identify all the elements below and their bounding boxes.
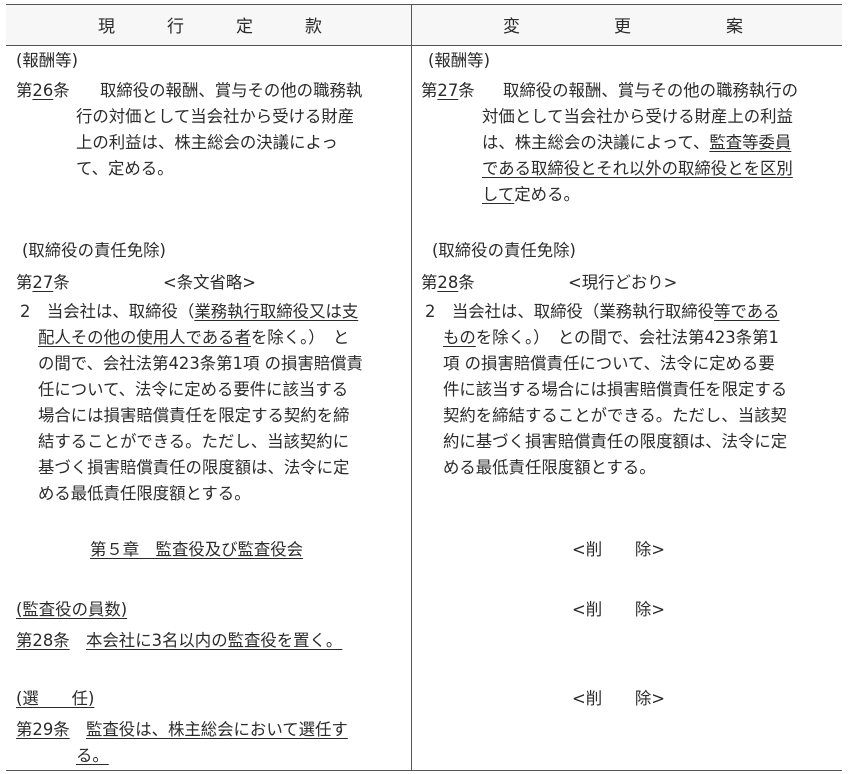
left-para2-line: 任について、法令に定める要件に該当する — [38, 380, 349, 399]
header-left-char: 定 — [236, 17, 253, 37]
left-auditor-count-heading: (監査役の員数) — [16, 600, 128, 619]
right-article-27-line: である取締役とそれ以外の取締役とを区別 — [482, 159, 793, 178]
left-article-27-label: 第27条 — [16, 273, 70, 292]
right-deleted-chapter: <削 除> — [572, 540, 666, 559]
right-article-27-line: は、株主総会の決議によって、監査等委員 — [482, 133, 792, 152]
header-right-char: 変 — [503, 17, 520, 37]
right-article-27-line: して定める。 — [482, 185, 580, 204]
table-header: 現 行 定 款 変 更 案 — [6, 5, 842, 46]
right-article-28-same: <現行どおり> — [568, 273, 678, 292]
left-exemption-heading: (取締役の責任免除) — [22, 241, 166, 260]
left-remuneration-heading: (報酬等) — [16, 51, 78, 70]
right-deleted-article: <削 除> — [572, 600, 666, 619]
left-article-29-line: る。 — [76, 746, 109, 765]
header-left-char: 行 — [167, 17, 184, 37]
left-article-26-label: 第26条 — [16, 81, 70, 100]
right-para2-line: ものを除く。） との間で、会社法第423条第1 — [443, 328, 779, 347]
left-article-29: 第29条 監査役は、株主総会において選任す — [16, 720, 348, 739]
header-right-char: 更 — [614, 17, 631, 37]
right-article-27-label: 第27条 — [421, 81, 475, 100]
right-para2-line: 件に該当する場合には損害賠償責任を限定する — [443, 380, 788, 399]
right-article-27-line: 対価として当会社から受ける財産上の利益 — [482, 107, 793, 126]
left-para2-line: 場合には損害賠償責任を限定する契約を締 — [38, 406, 350, 425]
left-para2-line: 結することができる。ただし、当該契約に — [38, 432, 350, 451]
left-article-28: 第28条 本会社に3名以内の監査役を置く。 — [16, 631, 343, 650]
left-article-26-line: て、定める。 — [76, 159, 174, 178]
right-remuneration-heading: (報酬等) — [428, 51, 490, 70]
left-para2-line: 基づく損害賠償責任の限度額は、法令に定 — [38, 458, 350, 477]
right-exemption-heading: (取締役の責任免除) — [432, 241, 576, 260]
left-para2-line: める最低責任限度額とする。 — [38, 484, 251, 503]
left-chapter-5-heading: 第５章 監査役及び監査役会 — [90, 540, 304, 559]
right-para2-line: 契約を締結することができる。ただし、当該契 — [443, 406, 787, 425]
header-left-char: 款 — [305, 17, 322, 37]
right-para2-line: 2 当会社は、取締役（業務執行取締役等である — [425, 302, 780, 321]
left-article-26-line: 上の利益は、株主総会の決議によっ — [76, 133, 338, 152]
left-article-26-line: 行の対価として当会社から受ける財産 — [76, 107, 355, 126]
left-para2-line: 2 当会社は、取締役（業務執行取締役又は支 — [20, 302, 359, 321]
right-article-27-line: 取締役の報酬、賞与その他の職務執行の — [503, 81, 799, 100]
left-article-27-omitted: <条文省略> — [163, 273, 257, 292]
right-para2-line: 項 の損害賠償責任について、法令に定める要 — [443, 354, 775, 373]
right-para2-line: 約に基づく損害賠償責任の限度額は、法令に定 — [443, 432, 788, 451]
left-election-heading: (選 任) — [16, 689, 95, 708]
right-para2-line: める最低責任限度額とする。 — [443, 458, 656, 477]
right-deleted-article: <削 除> — [572, 689, 666, 708]
header-right-char: 案 — [726, 17, 743, 37]
column-divider — [411, 5, 412, 770]
header-left-char: 現 — [98, 17, 115, 37]
right-article-28-label: 第28条 — [421, 273, 475, 292]
left-article-26-line: 取締役の報酬、賞与その他の職務執 — [100, 81, 363, 100]
left-para2-line: の間で、会社法第423条第1項 の損害賠償責 — [38, 354, 363, 373]
left-para2-line: 配人その他の使用人である者を除く。） と — [38, 328, 350, 347]
